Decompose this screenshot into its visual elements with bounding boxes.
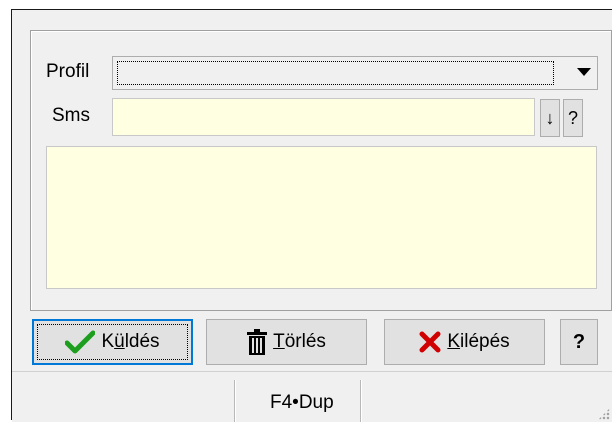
status-separator — [360, 380, 361, 422]
sms-dialog: Profil Sms ↓ ? Küldés Törlés Kilépés ? F… — [11, 9, 612, 422]
sms-arrow-button[interactable]: ↓ — [540, 99, 560, 137]
send-button-label: Küldés — [101, 331, 160, 352]
sms-label: Sms — [52, 105, 90, 126]
message-textarea[interactable] — [46, 146, 597, 289]
status-separator — [234, 380, 235, 422]
resize-grip-icon[interactable] — [598, 408, 610, 420]
exit-button-label: Kilépés — [447, 331, 510, 352]
trash-icon — [247, 329, 268, 355]
profil-label: Profil — [46, 61, 90, 82]
chevron-down-icon[interactable] — [577, 68, 591, 76]
profil-dropdown[interactable] — [112, 56, 598, 90]
delete-button-label: Törlés — [273, 331, 326, 352]
help-button[interactable]: ? — [560, 319, 598, 365]
status-text: F4•Dup — [270, 392, 334, 413]
checkmark-icon — [65, 330, 96, 354]
red-x-icon — [419, 331, 441, 353]
exit-button[interactable]: Kilépés — [384, 319, 545, 365]
sms-input[interactable] — [112, 98, 535, 136]
sms-help-button[interactable]: ? — [563, 99, 583, 137]
status-bar: F4•Dup — [12, 371, 612, 422]
send-button[interactable]: Küldés — [32, 319, 193, 365]
profil-value — [117, 61, 554, 85]
delete-button[interactable]: Törlés — [206, 319, 367, 365]
